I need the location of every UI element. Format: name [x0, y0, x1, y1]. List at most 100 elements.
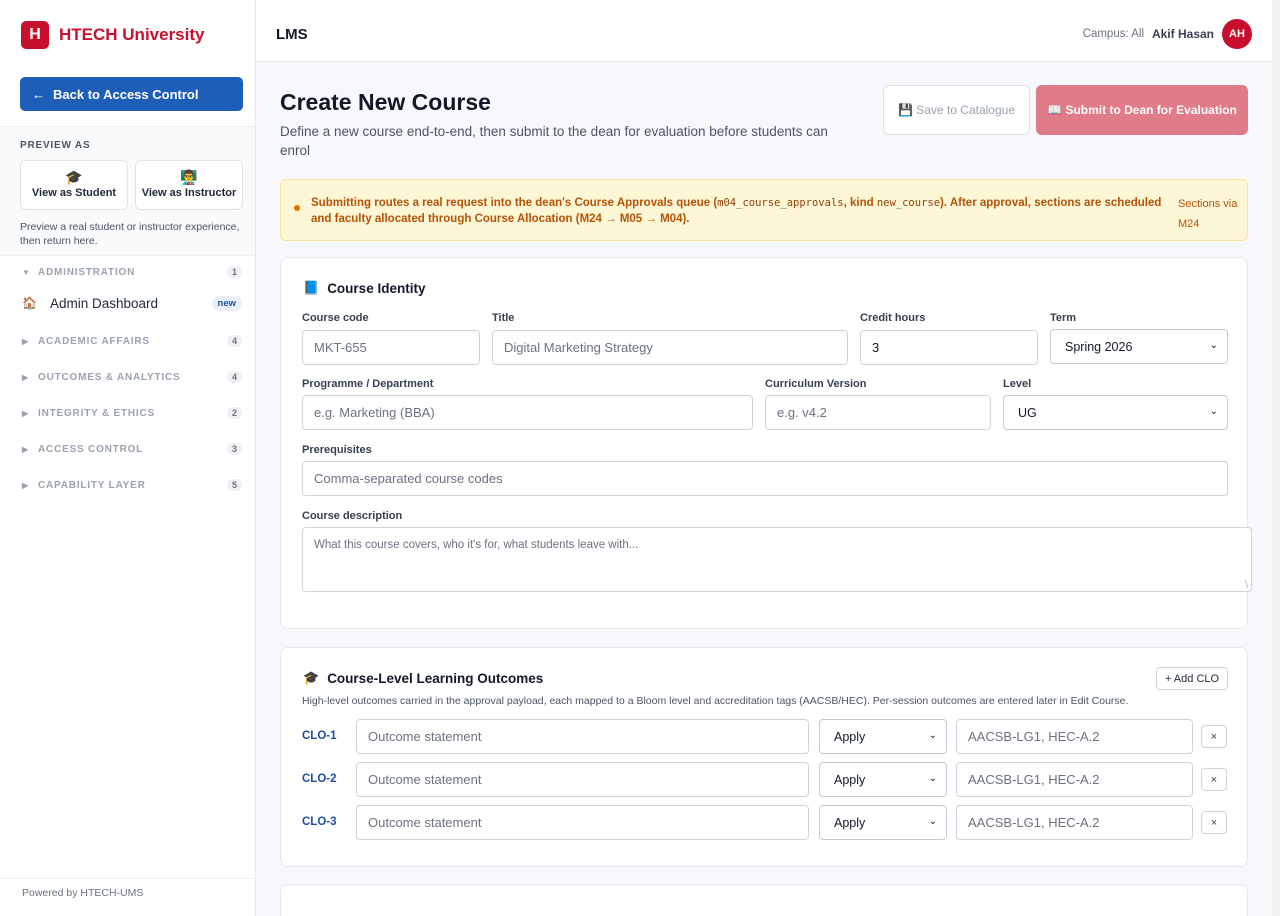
nav-group-label: ACCESS CONTROL [38, 443, 144, 455]
nav-group-capability-layer[interactable]: ▶ CAPABILITY LAYER 5 [22, 476, 242, 494]
caret-down-icon: ▼ [22, 267, 31, 277]
caret-right-icon: ▶ [22, 444, 29, 454]
preview-as-label: PREVIEW AS [20, 140, 91, 151]
term-label: Term [1050, 312, 1077, 324]
programme-input[interactable]: e.g. Marketing (BBA) [302, 395, 753, 430]
nav-group-count: 4 [226, 335, 242, 347]
nav-group-integrity-ethics[interactable]: ▶ INTEGRITY & ETHICS 2 [22, 404, 242, 422]
nav-group-count: 5 [226, 479, 242, 491]
nav-item-label: Admin Dashboard [50, 295, 159, 311]
view-as-student-label: View as Student [31, 187, 117, 199]
chevron-down-icon: ⌄ [928, 773, 937, 784]
description-label: Course description [302, 510, 403, 522]
learning-outcomes-card: 🎓 Course-Level Learning Outcomes + Add C… [280, 647, 1248, 867]
resize-grip-icon[interactable]: ∖ [1243, 579, 1249, 590]
arrow-left-icon: ← [32, 86, 45, 102]
alert-side-note: Sections via M24 [1178, 198, 1238, 230]
accreditation-tags-input[interactable]: AACSB-LG1, HEC-A.2 [956, 762, 1193, 797]
submit-label: Submit to Dean for Evaluation [1065, 103, 1237, 117]
clo-code: CLO-2 [302, 773, 337, 785]
nav-group-count: 3 [226, 443, 242, 455]
brand-logo: H [21, 21, 49, 49]
page-title: Create New Course [280, 89, 491, 115]
caret-right-icon: ▶ [22, 336, 29, 346]
user-name: Akif Hasan [1151, 27, 1214, 41]
level-select[interactable]: UG ⌄ [1003, 395, 1228, 430]
bloom-level-select[interactable]: Apply ⌄ [819, 762, 947, 797]
floppy-disk-icon: 💾 [897, 103, 913, 117]
campus-selector[interactable]: Campus: All [1083, 28, 1144, 40]
chevron-down-icon: ⌄ [1209, 340, 1218, 351]
bloom-value: Apply [834, 772, 866, 787]
remove-clo-button[interactable]: × [1201, 725, 1227, 748]
prerequisites-input[interactable]: Comma-separated course codes [302, 461, 1228, 496]
house-icon: 🏠 [22, 296, 37, 310]
title-input[interactable]: Digital Marketing Strategy [492, 330, 848, 365]
remove-clo-button[interactable]: × [1201, 811, 1227, 834]
description-placeholder: What this course covers, who it's for, w… [314, 539, 639, 551]
approval-info-alert: Submitting routes a real request into th… [280, 179, 1248, 241]
remove-clo-button[interactable]: × [1201, 768, 1227, 791]
view-as-instructor-button[interactable]: 👨‍🏫 View as Instructor [135, 160, 243, 210]
avatar[interactable]: AH [1222, 19, 1252, 49]
preview-note: Preview a real student or instructor exp… [20, 221, 240, 247]
bloom-value: Apply [834, 729, 866, 744]
topbar: LMS Campus: All Akif Hasan AH [256, 0, 1272, 62]
nav-group-label: ACADEMIC AFFAIRS [38, 335, 150, 347]
credit-hours-label: Credit hours [860, 312, 926, 324]
alert-message: Submitting routes a real request into th… [311, 197, 1162, 225]
back-to-access-control-button[interactable]: ← Back to Access Control [20, 77, 243, 111]
alert-dot-icon [294, 205, 300, 211]
outcome-statement-input[interactable]: Outcome statement [356, 805, 809, 840]
caret-right-icon: ▶ [22, 408, 29, 418]
instructor-icon: 👨‍🏫 [180, 169, 198, 185]
prerequisites-label: Prerequisites [302, 444, 372, 456]
term-select[interactable]: Spring 2026 ⌄ [1050, 329, 1228, 364]
nav-group-label: INTEGRITY & ETHICS [38, 407, 156, 419]
view-as-student-button[interactable]: 🎓 View as Student [20, 160, 128, 210]
level-label: Level [1003, 378, 1032, 390]
add-clo-button[interactable]: + Add CLO [1156, 667, 1228, 690]
outcome-statement-input[interactable]: Outcome statement [356, 719, 809, 754]
level-value: UG [1018, 405, 1037, 420]
chevron-down-icon: ⌄ [928, 816, 937, 827]
card-title: 🎓 Course-Level Learning Outcomes [303, 670, 543, 686]
title-label: Title [492, 312, 515, 324]
nav-item-admin-dashboard[interactable]: 🏠 Admin Dashboard new [22, 292, 242, 314]
graduation-cap-icon: 🎓 [303, 670, 320, 685]
submit-to-dean-button[interactable]: 📖 Submit to Dean for Evaluation [1036, 85, 1248, 135]
bloom-level-select[interactable]: Apply ⌄ [819, 719, 947, 754]
accreditation-tags-input[interactable]: AACSB-LG1, HEC-A.2 [956, 805, 1193, 840]
nav-group-administration[interactable]: ▼ ADMINISTRATION 1 [22, 263, 242, 281]
brand-name: HTECH University [59, 25, 205, 44]
brand[interactable]: H HTECH University [0, 0, 255, 70]
save-to-catalogue-button[interactable]: 💾 Save to Catalogue [883, 85, 1030, 135]
curriculum-input[interactable]: e.g. v4.2 [765, 395, 991, 430]
course-description-textarea[interactable]: What this course covers, who it's for, w… [302, 527, 1252, 592]
learning-outcomes-title: Course-Level Learning Outcomes [327, 670, 544, 686]
bloom-level-select[interactable]: Apply ⌄ [819, 805, 947, 840]
card-title: 📘 Course Identity [303, 280, 425, 296]
blue-book-icon: 📘 [303, 280, 320, 295]
nav-group-access-control[interactable]: ▶ ACCESS CONTROL 3 [22, 440, 242, 458]
nav-group-label: CAPABILITY LAYER [38, 479, 146, 491]
page-subtitle: Define a new course end-to-end, then sub… [280, 124, 828, 158]
accreditation-tags-input[interactable]: AACSB-LG1, HEC-A.2 [956, 719, 1193, 754]
nav-group-outcomes-analytics[interactable]: ▶ OUTCOMES & ANALYTICS 4 [22, 368, 242, 386]
course-code-input[interactable]: MKT-655 [302, 330, 480, 365]
graduation-cap-icon: 🎓 [65, 169, 83, 185]
credit-hours-input[interactable]: 3 [860, 330, 1038, 365]
book-icon: 📖 [1047, 103, 1063, 117]
nav-group-academic-affairs[interactable]: ▶ ACADEMIC AFFAIRS 4 [22, 332, 242, 350]
outcome-statement-input[interactable]: Outcome statement [356, 762, 809, 797]
sidebar-footer: Powered by HTECH-UMS [0, 878, 255, 899]
save-label: Save to Catalogue [916, 103, 1016, 117]
bloom-value: Apply [834, 815, 866, 830]
sidebar: H HTECH University ← Back to Access Cont… [0, 0, 256, 916]
course-identity-card: 📘 Course Identity Course code MKT-655 Ti… [280, 257, 1252, 629]
back-button-label: Back to Access Control [53, 86, 199, 102]
app-title: LMS [276, 26, 308, 43]
nav-group-count: 4 [226, 371, 242, 383]
caret-right-icon: ▶ [22, 372, 29, 382]
scrollbar[interactable] [1272, 0, 1280, 916]
